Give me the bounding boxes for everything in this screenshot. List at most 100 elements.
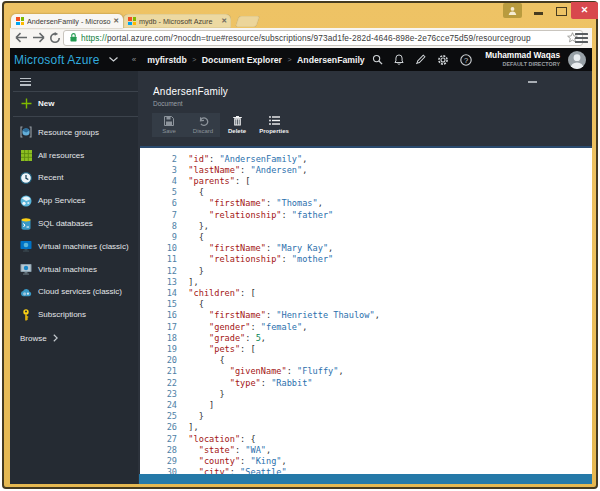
breadcrumb-myfirstdb[interactable]: myfirstdb xyxy=(147,55,187,65)
properties-button[interactable]: Properties xyxy=(254,113,294,137)
search-icon[interactable] xyxy=(372,54,383,65)
editor-line: 12 } xyxy=(140,266,592,277)
sidebar-items: Resource groups All resources xyxy=(10,121,138,326)
line-code: "parents": [ xyxy=(178,176,250,187)
line-number: 25 xyxy=(140,411,177,422)
sidebar-item-virtual-machines-classic[interactable]: Virtual machines (classic) xyxy=(10,235,138,258)
line-number: 23 xyxy=(140,389,177,400)
close-button[interactable]: ✕ xyxy=(571,2,598,19)
editor-line: 23 } xyxy=(140,389,592,400)
sidebar-item-app-services[interactable]: App Services xyxy=(10,189,138,212)
maximize-button[interactable] xyxy=(556,7,567,16)
breadcrumb-andersenfamily[interactable]: AndersenFamily xyxy=(297,55,365,65)
editor-line: 13 ], xyxy=(140,277,592,288)
tab-mydb[interactable]: mydb - Microsoft Azure ✕ xyxy=(123,14,231,28)
editor-line: 16 "firstName": "Henriette Thaulow", xyxy=(140,310,592,321)
line-code: } xyxy=(178,411,204,422)
editor-line: 10 "firstName": "Mary Kay", xyxy=(140,243,592,254)
address-bar[interactable]: https://portal.azure.com/?nocdn=true#res… xyxy=(63,30,583,46)
sidebar-item-all-resources[interactable]: All resources xyxy=(10,144,138,167)
line-code: "grade": 5, xyxy=(178,333,266,344)
hamburger-menu-icon[interactable] xyxy=(20,78,31,86)
sidebar-item-new[interactable]: New xyxy=(10,92,138,116)
azure-body: New Resource groups xyxy=(10,71,592,484)
tab-close-icon[interactable]: ✕ xyxy=(221,17,227,25)
back-button[interactable] xyxy=(13,30,29,46)
sidebar-item-label: Cloud services (classic) xyxy=(38,287,122,296)
minimize-button[interactable] xyxy=(534,12,543,15)
sidebar-item-label: All resources xyxy=(38,151,84,160)
line-code: "givenName": "Fluffy", xyxy=(178,366,344,377)
line-code: "relationship": "father" xyxy=(178,210,333,221)
discard-button[interactable]: Discard xyxy=(186,113,220,137)
cloud-services-icon xyxy=(20,286,32,298)
save-button[interactable]: Save xyxy=(152,113,186,137)
sidebar-item-recent[interactable]: Recent xyxy=(10,167,138,190)
pencil-icon[interactable] xyxy=(415,54,426,65)
recent-clock-icon xyxy=(20,172,32,184)
blade-minimize-icon[interactable] xyxy=(528,81,537,83)
editor-line: 3 "lastName": "Andersen", xyxy=(140,165,592,176)
editor-line: 17 "gender": "female", xyxy=(140,322,592,333)
editor-line: 9 { xyxy=(140,232,592,243)
breadcrumb: myfirstdb > Document Explorer > Andersen… xyxy=(147,55,365,65)
account-info[interactable]: Muhammad Waqas DEFAULT DIRECTORY xyxy=(485,48,560,71)
line-number: 24 xyxy=(140,400,177,411)
azure-brand[interactable]: Microsoft Azure xyxy=(14,53,100,67)
sidebar-item-cloud-services-classic[interactable]: Cloud services (classic) xyxy=(10,281,138,304)
line-code: "lastName": "Andersen", xyxy=(178,165,307,176)
line-code: "pets": [ xyxy=(178,344,256,355)
app-services-icon xyxy=(20,195,32,207)
sidebar-item-browse[interactable]: Browse xyxy=(20,331,58,345)
avatar[interactable] xyxy=(568,51,586,69)
line-code: "location": { xyxy=(178,434,256,445)
blade-title: AndersenFamily xyxy=(153,86,228,97)
line-number: 5 xyxy=(140,187,177,198)
plus-icon xyxy=(20,98,32,110)
page-bottom-strip xyxy=(139,484,592,485)
breadcrumb-separator: > xyxy=(287,56,291,63)
editor-line: 20 { xyxy=(140,355,592,366)
line-number: 8 xyxy=(140,221,177,232)
help-icon[interactable]: ? xyxy=(460,54,472,66)
breadcrumb-document-explorer[interactable]: Document Explorer xyxy=(202,55,282,65)
json-editor[interactable]: 2 "id": "AndersenFamily",3 "lastName": "… xyxy=(140,146,592,474)
profile-button[interactable] xyxy=(503,3,522,18)
sidebar-item-resource-groups[interactable]: Resource groups xyxy=(10,121,138,144)
sidebar-item-label: Subscriptions xyxy=(38,310,86,319)
line-number: 21 xyxy=(140,366,177,377)
sidebar-item-subscriptions[interactable]: Subscriptions xyxy=(10,303,138,326)
new-tab-button[interactable] xyxy=(235,16,260,27)
url-text: https://portal.azure.com/?nocdn=true#res… xyxy=(81,33,563,43)
tab-close-icon[interactable]: ✕ xyxy=(113,17,119,25)
user-name: Muhammad Waqas xyxy=(485,51,560,61)
gear-icon[interactable] xyxy=(437,54,449,66)
sidebar-item-sql-databases[interactable]: SQL databases xyxy=(10,212,138,235)
tab-andersenfamily[interactable]: AndersenFamily - Microso ✕ xyxy=(11,14,123,28)
sidebar-item-label: Browse xyxy=(20,334,47,343)
line-number: 3 xyxy=(140,165,177,176)
line-code: { xyxy=(178,299,204,310)
forward-button[interactable] xyxy=(30,30,46,46)
delete-button[interactable]: Delete xyxy=(220,113,254,137)
bell-icon[interactable] xyxy=(394,54,404,65)
blade: AndersenFamily Document xyxy=(138,71,592,484)
editor-line: 2 "id": "AndersenFamily", xyxy=(140,154,592,165)
resource-groups-icon xyxy=(20,126,32,138)
breadcrumb-collapse[interactable]: « xyxy=(132,55,136,64)
chevron-down-icon[interactable] xyxy=(109,57,118,62)
line-code: "relationship": "mother" xyxy=(178,254,333,265)
sidebar-item-label: Virtual machines (classic) xyxy=(38,242,129,251)
line-number: 12 xyxy=(140,266,177,277)
command-label: Save xyxy=(162,128,176,134)
blade-subtitle: Document xyxy=(153,100,183,107)
sidebar-item-virtual-machines[interactable]: Virtual machines xyxy=(10,258,138,281)
browser-menu-icon[interactable] xyxy=(575,32,588,44)
browser-toolbar: https://portal.azure.com/?nocdn=true#res… xyxy=(10,28,592,49)
line-code: "county": "King", xyxy=(178,456,287,467)
reload-button[interactable] xyxy=(47,30,63,46)
sql-databases-icon xyxy=(20,218,32,230)
editor-line: 18 "grade": 5, xyxy=(140,333,592,344)
line-number: 4 xyxy=(140,176,177,187)
command-label: Discard xyxy=(193,128,213,134)
